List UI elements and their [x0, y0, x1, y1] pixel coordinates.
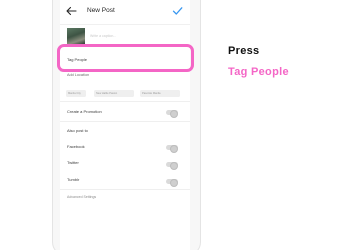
tumblr-label: Tumblr	[67, 177, 80, 182]
top-bar: New Post	[60, 0, 190, 24]
twitter-label: Twitter	[67, 160, 79, 165]
tumblr-toggle[interactable]	[166, 178, 178, 187]
location-chip[interactable]: Manila City	[66, 90, 86, 97]
caption-row: Write a caption...	[60, 24, 190, 46]
instruction-target: Tag People	[228, 66, 289, 78]
location-chip[interactable]: Pasonite Manila	[140, 90, 180, 97]
facebook-toggle[interactable]	[166, 144, 178, 153]
location-suggestions: Manila City New Haltle Pasion Pasonite M…	[66, 90, 190, 98]
create-promotion-toggle[interactable]	[166, 109, 178, 118]
facebook-row: Facebook	[60, 140, 190, 156]
twitter-row: Twitter	[60, 156, 190, 173]
tag-people-highlight	[57, 44, 194, 72]
tumblr-row: Tumblr	[60, 173, 190, 190]
facebook-label: Facebook	[67, 144, 85, 149]
create-promotion-row: Create a Promotion	[60, 102, 190, 122]
location-chip[interactable]: New Haltle Pasion	[94, 90, 134, 97]
checkmark-icon[interactable]	[172, 6, 183, 16]
also-post-to-label: Also post to	[67, 128, 88, 133]
twitter-toggle[interactable]	[166, 161, 178, 170]
advanced-settings-link[interactable]: Advanced Settings	[67, 195, 96, 199]
instruction-press: Press	[228, 45, 260, 57]
arrow-left-icon[interactable]	[65, 6, 77, 16]
add-location-label: Add Location	[67, 73, 90, 77]
page-title: New Post	[87, 7, 115, 14]
caption-input[interactable]: Write a caption...	[90, 34, 116, 38]
new-post-screen: New Post Write a caption... Tag People A…	[60, 0, 190, 250]
post-thumbnail	[67, 28, 85, 44]
create-promotion-label: Create a Promotion	[67, 109, 102, 114]
